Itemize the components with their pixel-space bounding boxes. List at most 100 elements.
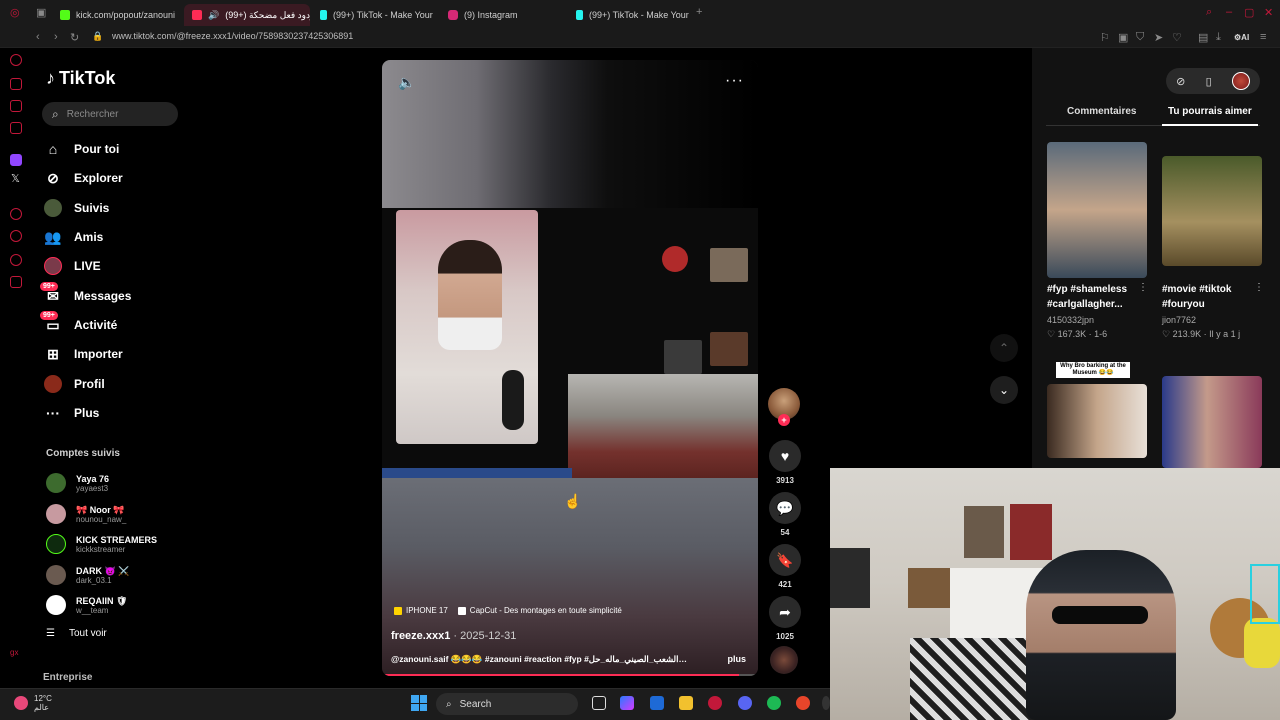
previous-video-button[interactable]: ⌃ (990, 334, 1018, 362)
video-progress-bar[interactable] (382, 674, 758, 676)
tiktok-logo[interactable]: ♪ TikTok (46, 68, 115, 89)
nav-upload[interactable]: ⊞ Importer (44, 341, 123, 367)
nav-for-you[interactable]: ⌂ Pour toi (44, 136, 120, 162)
url-field[interactable]: www.tiktok.com/@freeze.xxx1/video/758983… (112, 31, 353, 41)
comment-button[interactable]: 💬 54 (768, 492, 802, 537)
ai-icon[interactable] (10, 54, 22, 66)
next-video-button[interactable]: ⌄ (990, 376, 1018, 404)
copilot-icon[interactable] (620, 696, 634, 710)
nav-more[interactable]: ··· Plus (44, 400, 99, 426)
user-avatar[interactable] (1231, 72, 1250, 90)
nav-messages[interactable]: ✉ 99+ Messages (40, 282, 131, 309)
sound-disc[interactable] (770, 646, 798, 674)
opera-gx-icon[interactable] (708, 696, 722, 710)
spotify-icon[interactable] (767, 696, 781, 710)
twitch-icon[interactable] (10, 154, 22, 166)
extensions-icon[interactable]: gx (10, 648, 18, 657)
tab-comments[interactable]: Commentaires (1067, 106, 1136, 117)
save-button[interactable]: 🔖 421 (768, 544, 802, 589)
x-icon[interactable]: 𝕏 (11, 172, 20, 185)
volume-icon[interactable]: 🔈 (398, 74, 415, 91)
device-icon[interactable]: ▯ (1206, 75, 1212, 88)
messenger-icon[interactable] (10, 100, 22, 112)
snapshot-icon[interactable]: ▣ (1118, 31, 1128, 44)
following-account[interactable]: DARK 👿 ⚔️ dark_03.1 (46, 562, 129, 588)
more-options-icon[interactable]: ⋮ (1138, 282, 1148, 293)
aria-icon[interactable] (10, 78, 22, 90)
tab-4[interactable]: (99+) TikTok - Make Your (568, 4, 692, 26)
history-icon[interactable] (10, 230, 22, 242)
shield-icon[interactable]: ⛉ (1136, 31, 1144, 44)
search-tabs-icon[interactable]: ⌕ (1206, 6, 1212, 19)
share-button[interactable]: ➦ 1025 (768, 596, 802, 641)
download-icon[interactable]: ⤓ (1216, 31, 1221, 44)
tab-0[interactable]: kick.com/popout/zanouni (52, 4, 178, 26)
recommendation-title[interactable]: #movie #tiktok #fouryou (1162, 282, 1258, 312)
heart-icon[interactable]: ♡ (1172, 31, 1182, 44)
bookmark-icon[interactable]: ⚐ (1100, 31, 1110, 44)
file-explorer-icon[interactable] (679, 696, 693, 710)
coins-icon[interactable]: ⊘ (1176, 75, 1185, 88)
like-button[interactable]: ♥ 3913 (768, 440, 802, 485)
tab-3[interactable]: (9) Instagram (440, 4, 564, 26)
tab-you-may-like[interactable]: Tu pourrais aimer (1168, 106, 1252, 117)
more-options-icon[interactable]: ⋮ (1254, 282, 1264, 293)
footer-link[interactable]: Entreprise (43, 672, 92, 683)
more-options-icon[interactable]: ··· (725, 72, 744, 90)
windows-start-button[interactable] (411, 695, 427, 711)
follow-plus-icon[interactable]: + (778, 414, 790, 426)
taskbar-search[interactable]: ⌕ Search (436, 693, 578, 715)
whatsapp-icon[interactable] (10, 122, 22, 134)
nav-activity[interactable]: ▭ 99+ Activité (40, 311, 117, 338)
send-icon[interactable]: ➤ (1154, 31, 1163, 44)
tab-2[interactable]: (99+) TikTok - Make Your (312, 4, 436, 26)
settings-icon[interactable] (10, 276, 22, 288)
recommendation-thumbnail[interactable] (1047, 384, 1147, 458)
forward-icon[interactable]: › (54, 31, 58, 43)
nav-live[interactable]: LIVE (44, 253, 101, 279)
wallet-icon[interactable]: ▤ (1198, 31, 1208, 44)
following-account[interactable]: 🎀 Noor 🎀 nounou_naw_ (46, 501, 126, 527)
weather-widget[interactable]: 12°C عالم (14, 694, 52, 712)
recommendation-thumbnail[interactable] (1047, 142, 1147, 278)
recommendation-thumbnail[interactable] (1162, 156, 1262, 266)
following-account[interactable]: REQAIIN 🛡 w__team (46, 592, 127, 618)
task-view-icon[interactable] (592, 696, 606, 710)
video-player[interactable]: 🔈 ··· IPHONE 17 CapCut - Des montages en… (382, 60, 758, 676)
app-icon[interactable] (796, 696, 810, 710)
store-icon[interactable] (650, 696, 664, 710)
music-icon[interactable] (10, 208, 22, 220)
speaker-icon[interactable]: 🔊 (208, 10, 219, 21)
minimize-icon[interactable]: – (1226, 6, 1232, 18)
nav-profile[interactable]: Profil (44, 371, 105, 397)
see-all-link[interactable]: ☰ Tout voir (46, 628, 107, 639)
anchor-iphone[interactable]: IPHONE 17 (394, 606, 448, 615)
nav-explore[interactable]: ⊘ Explorer (44, 165, 123, 191)
close-icon[interactable]: ✕ (1264, 6, 1273, 19)
tab-1[interactable]: 🔊 (99+) ردود فعل مضحكة (184, 4, 310, 26)
ai-icon[interactable]: ⚙AI (1234, 33, 1249, 42)
caption-more-button[interactable]: plus (727, 654, 746, 664)
recommendation-author[interactable]: 4150332jpn (1047, 315, 1094, 325)
tab-menu-icon[interactable]: ▣ (36, 6, 46, 19)
recommendation-title[interactable]: #fyp #shameless #carlgallagher... (1047, 282, 1143, 312)
new-tab-icon[interactable]: + (696, 6, 702, 18)
discord-icon[interactable] (738, 696, 752, 710)
maximize-icon[interactable]: ▢ (1244, 6, 1254, 19)
nav-following[interactable]: Suivis (44, 195, 109, 221)
following-account[interactable]: Yaya 76 yayaest3 (46, 470, 109, 496)
video-author-line[interactable]: freeze.xxx1 · 2025-12-31 (391, 630, 516, 642)
pinboard-icon[interactable] (10, 254, 22, 266)
recommendation-author[interactable]: jion7762 (1162, 315, 1196, 325)
back-icon[interactable]: ‹ (36, 31, 40, 43)
following-account[interactable]: KICK STREAMERS kickkstreamer (46, 531, 157, 557)
anchor-capcut[interactable]: CapCut - Des montages en toute simplicit… (457, 606, 622, 615)
nav-friends[interactable]: 👥 Amis (44, 224, 103, 250)
reload-icon[interactable]: ↻ (70, 31, 79, 44)
account-handle: nounou_naw_ (76, 514, 127, 524)
opera-logo-icon[interactable]: ◎ (10, 6, 20, 19)
search-input[interactable]: ⌕ Rechercher (42, 102, 178, 126)
menu-icon[interactable]: ≡ (1260, 31, 1266, 43)
app-icon[interactable] (822, 696, 830, 710)
recommendation-thumbnail[interactable] (1162, 376, 1262, 468)
